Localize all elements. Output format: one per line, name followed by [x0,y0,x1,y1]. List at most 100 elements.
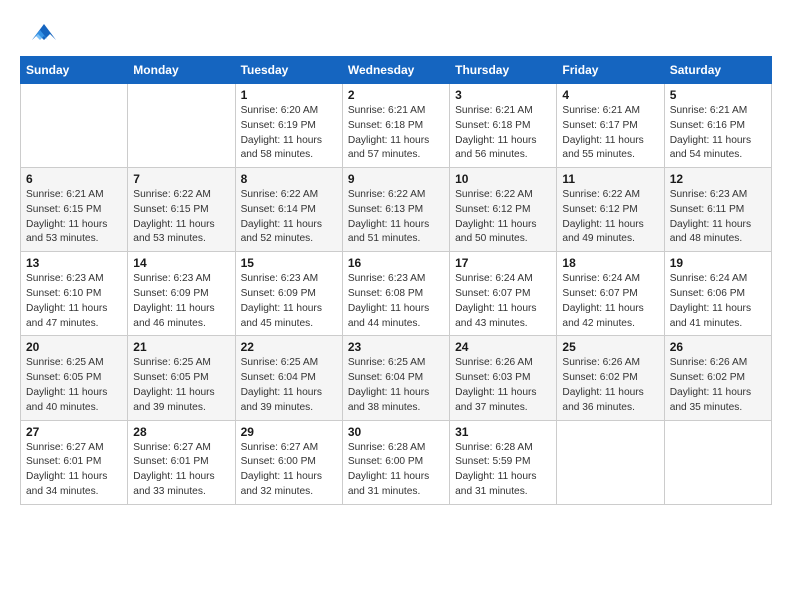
day-info: Sunrise: 6:25 AM Sunset: 6:04 PM Dayligh… [348,356,444,415]
day-number: 19 [670,256,766,270]
day-number: 22 [241,340,337,354]
day-number: 9 [348,172,444,186]
day-info: Sunrise: 6:26 AM Sunset: 6:02 PM Dayligh… [670,356,766,415]
calendar-cell: 26 Sunrise: 6:26 AM Sunset: 6:02 PM Dayli… [664,336,771,420]
calendar-cell: 10 Sunrise: 6:22 AM Sunset: 6:12 PM Dayli… [450,168,557,252]
day-info: Sunrise: 6:21 AM Sunset: 6:18 PM Dayligh… [348,104,444,163]
calendar-week-row: 27 Sunrise: 6:27 AM Sunset: 6:01 PM Dayli… [21,420,772,504]
day-number: 3 [455,88,551,102]
day-info: Sunrise: 6:28 AM Sunset: 5:59 PM Dayligh… [455,441,551,500]
calendar-cell: 29 Sunrise: 6:27 AM Sunset: 6:00 PM Dayli… [235,420,342,504]
day-info: Sunrise: 6:22 AM Sunset: 6:15 PM Dayligh… [133,188,229,247]
calendar-week-row: 1 Sunrise: 6:20 AM Sunset: 6:19 PM Daylig… [21,84,772,168]
calendar-cell: 16 Sunrise: 6:23 AM Sunset: 6:08 PM Dayli… [342,252,449,336]
day-number: 16 [348,256,444,270]
header-wednesday: Wednesday [342,57,449,84]
calendar-cell [664,420,771,504]
calendar-week-row: 6 Sunrise: 6:21 AM Sunset: 6:15 PM Daylig… [21,168,772,252]
day-number: 11 [562,172,658,186]
day-info: Sunrise: 6:21 AM Sunset: 6:16 PM Dayligh… [670,104,766,163]
day-info: Sunrise: 6:28 AM Sunset: 6:00 PM Dayligh… [348,441,444,500]
calendar-cell: 23 Sunrise: 6:25 AM Sunset: 6:04 PM Dayli… [342,336,449,420]
day-number: 6 [26,172,122,186]
day-info: Sunrise: 6:27 AM Sunset: 6:01 PM Dayligh… [133,441,229,500]
calendar-cell: 24 Sunrise: 6:26 AM Sunset: 6:03 PM Dayli… [450,336,557,420]
day-number: 1 [241,88,337,102]
calendar-cell: 12Sunrise: 6:23 AM Sunset: 6:11 PM Dayli… [664,168,771,252]
day-number: 24 [455,340,551,354]
calendar-cell: 7 Sunrise: 6:22 AM Sunset: 6:15 PM Daylig… [128,168,235,252]
day-number: 14 [133,256,229,270]
day-number: 4 [562,88,658,102]
day-number: 12 [670,172,766,186]
calendar-cell [557,420,664,504]
day-info: Sunrise: 6:21 AM Sunset: 6:15 PM Dayligh… [26,188,122,247]
calendar-cell: 28 Sunrise: 6:27 AM Sunset: 6:01 PM Dayli… [128,420,235,504]
header-saturday: Saturday [664,57,771,84]
calendar-cell: 19Sunrise: 6:24 AM Sunset: 6:06 PM Dayli… [664,252,771,336]
day-info: Sunrise: 6:23 AM Sunset: 6:08 PM Dayligh… [348,272,444,331]
day-info: Sunrise: 6:25 AM Sunset: 6:04 PM Dayligh… [241,356,337,415]
calendar-cell: 30 Sunrise: 6:28 AM Sunset: 6:00 PM Dayli… [342,420,449,504]
day-number: 5 [670,88,766,102]
calendar-cell: 3Sunrise: 6:21 AM Sunset: 6:18 PM Daylig… [450,84,557,168]
day-number: 7 [133,172,229,186]
day-number: 31 [455,425,551,439]
day-info: Sunrise: 6:23 AM Sunset: 6:09 PM Dayligh… [241,272,337,331]
calendar-cell: 18 Sunrise: 6:24 AM Sunset: 6:07 PM Dayli… [557,252,664,336]
day-info: Sunrise: 6:24 AM Sunset: 6:07 PM Dayligh… [562,272,658,331]
calendar-cell: 2 Sunrise: 6:21 AM Sunset: 6:18 PM Daylig… [342,84,449,168]
day-number: 30 [348,425,444,439]
day-info: Sunrise: 6:20 AM Sunset: 6:19 PM Dayligh… [241,104,337,163]
calendar-cell: 11Sunrise: 6:22 AM Sunset: 6:12 PM Dayli… [557,168,664,252]
day-number: 10 [455,172,551,186]
day-info: Sunrise: 6:27 AM Sunset: 6:00 PM Dayligh… [241,441,337,500]
header-sunday: Sunday [21,57,128,84]
day-number: 26 [670,340,766,354]
day-info: Sunrise: 6:22 AM Sunset: 6:14 PM Dayligh… [241,188,337,247]
header-monday: Monday [128,57,235,84]
calendar-cell: 15 Sunrise: 6:23 AM Sunset: 6:09 PM Dayli… [235,252,342,336]
day-number: 20 [26,340,122,354]
day-number: 17 [455,256,551,270]
day-number: 23 [348,340,444,354]
page-header [20,20,772,46]
header-friday: Friday [557,57,664,84]
day-number: 25 [562,340,658,354]
day-info: Sunrise: 6:22 AM Sunset: 6:12 PM Dayligh… [455,188,551,247]
header-tuesday: Tuesday [235,57,342,84]
calendar-cell [128,84,235,168]
logo [20,20,56,46]
day-number: 15 [241,256,337,270]
day-info: Sunrise: 6:23 AM Sunset: 6:10 PM Dayligh… [26,272,122,331]
calendar-week-row: 20 Sunrise: 6:25 AM Sunset: 6:05 PM Dayli… [21,336,772,420]
day-info: Sunrise: 6:26 AM Sunset: 6:02 PM Dayligh… [562,356,658,415]
calendar-cell: 20 Sunrise: 6:25 AM Sunset: 6:05 PM Dayli… [21,336,128,420]
calendar-cell: 21 Sunrise: 6:25 AM Sunset: 6:05 PM Dayli… [128,336,235,420]
day-number: 18 [562,256,658,270]
day-info: Sunrise: 6:24 AM Sunset: 6:07 PM Dayligh… [455,272,551,331]
day-info: Sunrise: 6:26 AM Sunset: 6:03 PM Dayligh… [455,356,551,415]
calendar-cell: 31 Sunrise: 6:28 AM Sunset: 5:59 PM Dayli… [450,420,557,504]
day-number: 2 [348,88,444,102]
calendar-cell: 25 Sunrise: 6:26 AM Sunset: 6:02 PM Dayli… [557,336,664,420]
calendar-cell [21,84,128,168]
calendar-cell: 8Sunrise: 6:22 AM Sunset: 6:14 PM Daylig… [235,168,342,252]
calendar-cell: 13 Sunrise: 6:23 AM Sunset: 6:10 PM Dayli… [21,252,128,336]
day-info: Sunrise: 6:22 AM Sunset: 6:13 PM Dayligh… [348,188,444,247]
day-info: Sunrise: 6:23 AM Sunset: 6:09 PM Dayligh… [133,272,229,331]
day-number: 28 [133,425,229,439]
calendar-table: SundayMondayTuesdayWednesdayThursdayFrid… [20,56,772,505]
day-info: Sunrise: 6:25 AM Sunset: 6:05 PM Dayligh… [26,356,122,415]
day-number: 21 [133,340,229,354]
day-number: 29 [241,425,337,439]
calendar-week-row: 13 Sunrise: 6:23 AM Sunset: 6:10 PM Dayli… [21,252,772,336]
day-info: Sunrise: 6:27 AM Sunset: 6:01 PM Dayligh… [26,441,122,500]
day-number: 13 [26,256,122,270]
calendar-cell: 27 Sunrise: 6:27 AM Sunset: 6:01 PM Dayli… [21,420,128,504]
day-info: Sunrise: 6:25 AM Sunset: 6:05 PM Dayligh… [133,356,229,415]
calendar-cell: 6 Sunrise: 6:21 AM Sunset: 6:15 PM Daylig… [21,168,128,252]
day-number: 27 [26,425,122,439]
calendar-cell: 9 Sunrise: 6:22 AM Sunset: 6:13 PM Daylig… [342,168,449,252]
logo-icon [24,20,56,46]
